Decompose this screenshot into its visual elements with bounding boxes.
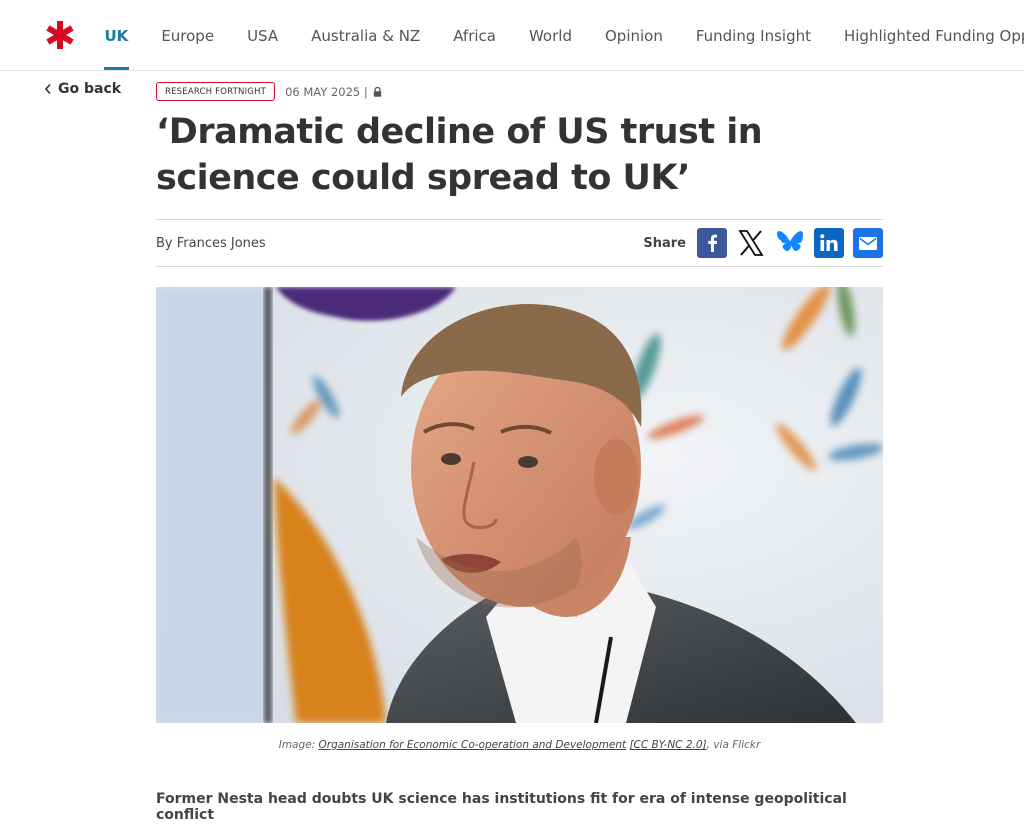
share-linkedin-button[interactable] <box>814 228 844 258</box>
chevron-left-icon <box>44 83 51 95</box>
share-bar: Share <box>643 228 883 258</box>
date-text: 06 MAY 2025 | <box>285 84 368 99</box>
article: RESEARCH FORTNIGHT 06 MAY 2025 | ‘Dramat… <box>156 82 883 823</box>
linkedin-icon <box>820 234 838 251</box>
photo-caption: Image: Organisation for Economic Co-oper… <box>156 739 883 751</box>
nav-item-usa[interactable]: USA <box>231 0 295 70</box>
nav-item-europe[interactable]: Europe <box>145 0 231 70</box>
bluesky-icon <box>777 231 803 251</box>
facebook-icon <box>708 234 718 252</box>
go-back-link[interactable]: Go back <box>44 81 121 97</box>
article-standfirst: Former Nesta head doubts UK science has … <box>156 791 847 823</box>
caption-suffix: , via Flickr <box>706 739 761 751</box>
nav-item-opinion[interactable]: Opinion <box>588 0 679 70</box>
email-icon <box>859 236 877 250</box>
go-back-label: Go back <box>58 81 122 97</box>
caption-prefix: Image: <box>278 739 319 751</box>
author-byline: By Frances Jones <box>156 235 266 251</box>
nav-item-world[interactable]: World <box>512 0 588 70</box>
nav-item-uk[interactable]: UK <box>88 0 145 70</box>
nav-menu: UK Europe USA Australia & NZ Africa Worl… <box>88 0 1024 70</box>
lock-icon <box>373 86 381 97</box>
share-bluesky-button[interactable] <box>775 228 805 258</box>
article-photo <box>156 287 883 723</box>
portrait-illustration <box>156 287 883 723</box>
nav-item-highlighted-funding[interactable]: Highlighted Funding Opportunities <box>827 0 1024 70</box>
share-label: Share <box>643 235 686 251</box>
share-x-button[interactable] <box>736 228 766 258</box>
nav-item-funding-insight[interactable]: Funding Insight <box>679 0 827 70</box>
x-icon <box>738 230 764 256</box>
article-headline: ‘Dramatic decline of US trust in science… <box>156 112 763 198</box>
asterisk-logo-icon[interactable] <box>44 19 76 51</box>
nav-item-australia-nz[interactable]: Australia & NZ <box>295 0 437 70</box>
byline-bar: By Frances Jones Share <box>156 219 883 267</box>
caption-license-link[interactable]: [CC BY-NC 2.0] <box>629 739 706 751</box>
share-facebook-button[interactable] <box>697 228 727 258</box>
share-email-button[interactable] <box>853 228 883 258</box>
article-meta: RESEARCH FORTNIGHT 06 MAY 2025 | <box>156 82 883 101</box>
top-navigation: UK Europe USA Australia & NZ Africa Worl… <box>0 0 1024 71</box>
article-date: 06 MAY 2025 | <box>285 85 382 99</box>
caption-source-link[interactable]: Organisation for Economic Co-operation a… <box>318 739 626 751</box>
nav-item-africa[interactable]: Africa <box>437 0 513 70</box>
publication-badge[interactable]: RESEARCH FORTNIGHT <box>156 82 276 101</box>
